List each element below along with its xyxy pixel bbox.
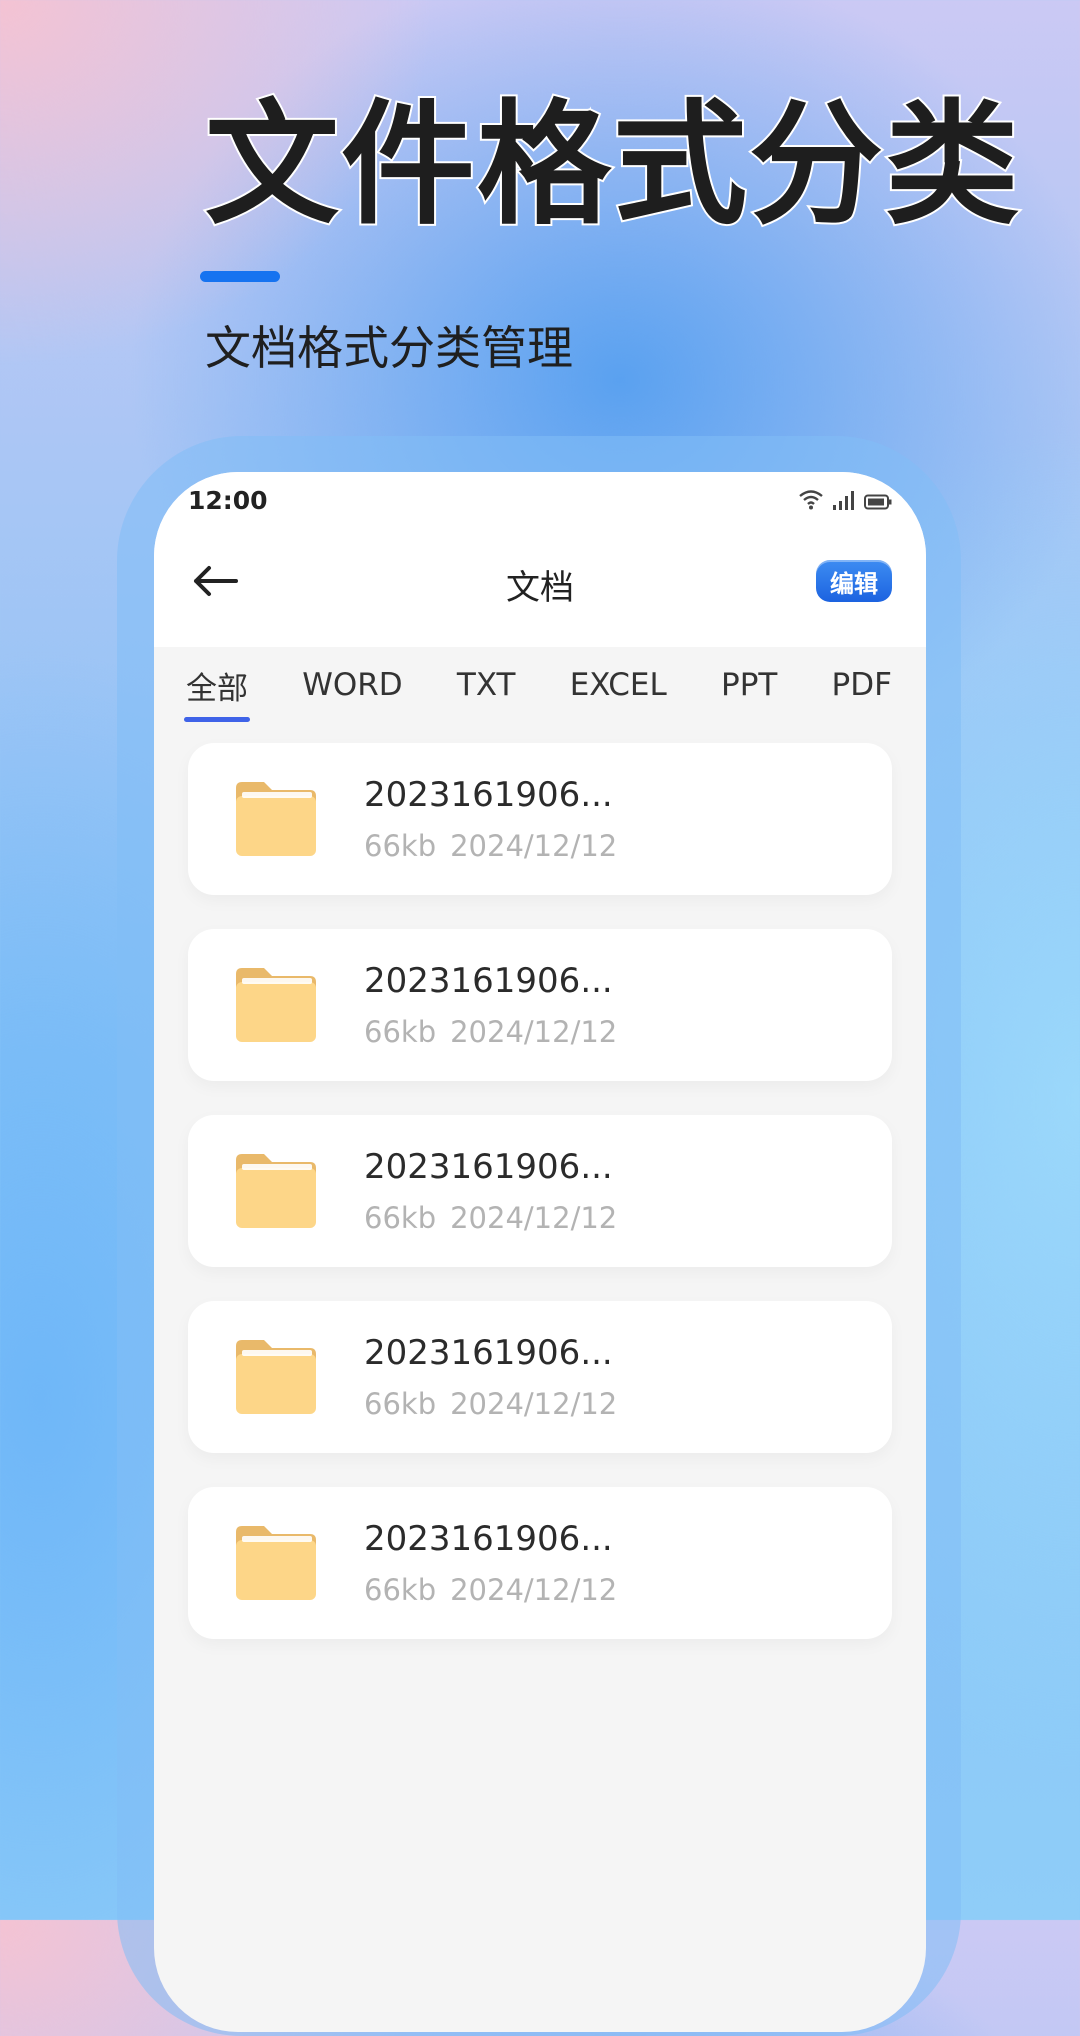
file-meta: 66kb 2024/12/12 xyxy=(364,1572,618,1607)
folder-icon xyxy=(236,1154,316,1228)
file-list-item[interactable]: 2023161906... 66kb 2024/12/12 xyxy=(188,743,892,895)
folder-icon xyxy=(236,1526,316,1600)
file-size: 66kb xyxy=(364,1014,437,1049)
status-icons xyxy=(798,488,892,510)
file-size: 66kb xyxy=(364,1572,437,1607)
file-list-item[interactable]: 2023161906... 66kb 2024/12/12 xyxy=(188,1487,892,1639)
file-meta: 66kb 2024/12/12 xyxy=(364,1200,618,1235)
file-size: 66kb xyxy=(364,828,437,863)
folder-icon xyxy=(236,968,316,1042)
tab-all[interactable]: 全部 xyxy=(184,663,250,722)
tab-excel[interactable]: EXCEL xyxy=(570,667,667,709)
file-list-item[interactable]: 2023161906... 66kb 2024/12/12 xyxy=(188,1301,892,1453)
file-name: 2023161906... xyxy=(364,960,613,1001)
wifi-icon xyxy=(799,490,823,510)
tab-pdf[interactable]: PDF xyxy=(832,667,892,709)
page-title: 文档 xyxy=(506,568,574,608)
tab-word[interactable]: WORD xyxy=(302,667,402,709)
promo-subtitle: 文档格式分类管理 xyxy=(205,321,573,375)
file-list: 2023161906... 66kb 2024/12/12 2023161906… xyxy=(154,729,926,1639)
status-time: 12:00 xyxy=(188,486,268,515)
file-name: 2023161906... xyxy=(364,1332,613,1373)
format-tabs: 全部 WORD TXT EXCEL PPT PDF xyxy=(154,647,926,729)
file-date: 2024/12/12 xyxy=(450,1014,618,1049)
file-list-item[interactable]: 2023161906... 66kb 2024/12/12 xyxy=(188,1115,892,1267)
file-date: 2024/12/12 xyxy=(450,1386,618,1421)
app-header: 12:00 文档 编辑 xyxy=(154,472,926,647)
accent-bar xyxy=(200,271,280,282)
battery-icon xyxy=(864,494,892,510)
phone-screen: 12:00 文档 编辑 全部 WORD TXT EXCEL PPT PDF 20… xyxy=(154,472,926,2032)
file-size: 66kb xyxy=(364,1386,437,1421)
file-name: 2023161906... xyxy=(364,1518,613,1559)
file-list-item[interactable]: 2023161906... 66kb 2024/12/12 xyxy=(188,929,892,1081)
file-date: 2024/12/12 xyxy=(450,1572,618,1607)
file-date: 2024/12/12 xyxy=(450,1200,618,1235)
file-meta: 66kb 2024/12/12 xyxy=(364,828,618,863)
tab-ppt[interactable]: PPT xyxy=(721,667,777,709)
signal-icon xyxy=(833,491,854,510)
file-name: 2023161906... xyxy=(364,774,613,815)
promo-headline: 文件格式分类 xyxy=(203,87,1022,243)
file-name: 2023161906... xyxy=(364,1146,613,1187)
folder-icon xyxy=(236,782,316,856)
edit-button[interactable]: 编辑 xyxy=(816,560,892,602)
tab-txt[interactable]: TXT xyxy=(457,667,516,709)
file-meta: 66kb 2024/12/12 xyxy=(364,1386,618,1421)
file-size: 66kb xyxy=(364,1200,437,1235)
file-meta: 66kb 2024/12/12 xyxy=(364,1014,618,1049)
file-date: 2024/12/12 xyxy=(450,828,618,863)
folder-icon xyxy=(236,1340,316,1414)
